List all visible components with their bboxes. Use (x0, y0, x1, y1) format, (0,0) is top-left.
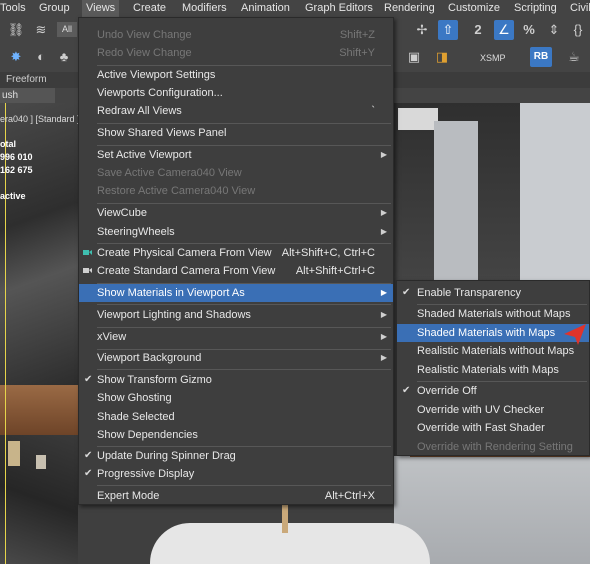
stats-total-label: otal (0, 139, 17, 149)
submenu-item-override-off[interactable]: ✔ Override Off (397, 382, 589, 400)
menu-bar: Tools Group Views Create Modifiers Anima… (0, 0, 590, 17)
light-icon[interactable]: ✸ (6, 47, 26, 67)
checkmark-icon: ✔ (84, 374, 93, 385)
bind-space-warp-icon[interactable]: ≋ (31, 20, 51, 40)
menu-separator (97, 485, 391, 486)
menu-scripting[interactable]: Scripting (510, 0, 561, 17)
menu-rendering[interactable]: Rendering (380, 0, 439, 17)
tab-freeform[interactable]: Freeform (6, 72, 47, 88)
bathtub (150, 523, 430, 564)
submenu-item-realistic-without-maps[interactable]: Realistic Materials without Maps (397, 342, 589, 360)
wall-panel-1 (434, 121, 478, 281)
submenu-item-override-rendering-setting[interactable]: Override with Rendering Setting (397, 438, 589, 456)
snap-toggle-icon[interactable]: 2 (468, 20, 488, 40)
views-menu: Undo View Change Shift+Z Redo View Chang… (78, 17, 394, 505)
menu-item-show-dependencies[interactable]: Show Dependencies (79, 426, 393, 444)
menu-animation[interactable]: Animation (237, 0, 294, 17)
towel-rod (282, 503, 288, 533)
menu-item-undo-view-change[interactable]: Undo View Change Shift+Z (79, 26, 393, 44)
menu-tools[interactable]: Tools (0, 0, 30, 17)
wall-panel-2 (520, 103, 590, 280)
stats-polys: 996 010 (0, 152, 33, 162)
menu-views[interactable]: Views (82, 0, 120, 17)
edit-named-selection-icon[interactable]: {} (568, 20, 588, 40)
bottle (8, 441, 20, 466)
select-and-place-icon[interactable]: ⇧ (438, 20, 458, 40)
submenu-item-enable-transparency[interactable]: ✔ Enable Transparency (397, 284, 589, 302)
menu-item-set-active-viewport[interactable]: Set Active Viewport ▶ (79, 146, 393, 164)
menu-item-show-materials-in-viewport-as[interactable]: Show Materials in Viewport As ▶ (79, 284, 393, 302)
menu-item-viewports-configuration[interactable]: Viewports Configuration... (79, 84, 393, 102)
selection-filter-dropdown[interactable]: All (57, 22, 77, 37)
submenu-arrow-icon: ▶ (380, 332, 387, 341)
menu-separator (97, 304, 391, 305)
submenu-item-realistic-with-maps[interactable]: Realistic Materials with Maps (397, 361, 589, 379)
checkmark-icon: ✔ (402, 287, 411, 298)
menu-item-xview[interactable]: xView ▶ (79, 328, 393, 346)
pointer-icon[interactable]: ◐ (31, 47, 51, 67)
menu-modifiers[interactable]: Modifiers (178, 0, 231, 17)
submenu-item-override-uv-checker[interactable]: Override with UV Checker (397, 401, 589, 419)
crown-molding (398, 108, 438, 130)
menu-item-show-ghosting[interactable]: Show Ghosting (79, 389, 393, 407)
menu-item-restore-active-camera-view[interactable]: Restore Active Camera040 View (79, 182, 393, 200)
submenu-item-shaded-without-maps[interactable]: Shaded Materials without Maps (397, 305, 589, 323)
menu-item-shade-selected[interactable]: Shade Selected (79, 408, 393, 426)
material-editor-icon[interactable]: ◨ (432, 47, 452, 67)
red-arrow-pointer-icon (564, 324, 586, 345)
stats-verts: 162 675 (0, 165, 33, 175)
menu-item-show-transform-gizmo[interactable]: ✔ Show Transform Gizmo (79, 371, 393, 389)
percent-snap-icon[interactable]: % (519, 20, 539, 40)
select-and-move-icon[interactable]: ✢ (412, 20, 432, 40)
submenu-item-override-fast-shader[interactable]: Override with Fast Shader (397, 419, 589, 437)
menu-item-update-during-spinner-drag[interactable]: ✔ Update During Spinner Drag (79, 447, 393, 465)
menu-create[interactable]: Create (129, 0, 170, 17)
checkmark-icon: ✔ (402, 385, 411, 396)
link-icon[interactable]: ⛓ (6, 20, 26, 40)
submenu-arrow-icon: ▶ (380, 310, 387, 319)
menu-item-show-shared-views-panel[interactable]: Show Shared Views Panel (79, 124, 393, 142)
xsmp-label[interactable]: XSMP (480, 53, 506, 63)
physical-camera-icon (83, 250, 92, 255)
wooden-shelf (0, 385, 78, 435)
checkmark-icon: ✔ (84, 468, 93, 479)
menu-item-viewcube[interactable]: ViewCube ▶ (79, 204, 393, 222)
show-materials-submenu: ✔ Enable Transparency Shaded Materials w… (396, 280, 590, 456)
menu-civil[interactable]: Civil (566, 0, 590, 17)
tab-brush-settings[interactable]: ush Settings (0, 88, 55, 116)
menu-item-create-physical-camera[interactable]: Create Physical Camera From View Alt+Shi… (79, 244, 393, 262)
menu-graph-editors[interactable]: Graph Editors (301, 0, 377, 17)
submenu-item-shaded-with-maps[interactable]: Shaded Materials with Maps (397, 324, 589, 342)
menu-item-viewport-background[interactable]: Viewport Background ▶ (79, 349, 393, 367)
menu-separator (97, 369, 391, 370)
menu-customize[interactable]: Customize (444, 0, 504, 17)
menu-group[interactable]: Group (35, 0, 74, 17)
teapot-icon[interactable]: ☕ (564, 47, 584, 67)
menu-item-expert-mode[interactable]: Expert Mode Alt+Ctrl+X (79, 487, 393, 505)
menu-item-save-active-camera-view[interactable]: Save Active Camera040 View (79, 164, 393, 182)
spinner-snap-icon[interactable]: ⇕ (544, 20, 564, 40)
checkmark-icon: ✔ (84, 450, 93, 461)
menu-item-redraw-all-views[interactable]: Redraw All Views ` (79, 102, 393, 120)
menu-item-steeringwheels[interactable]: SteeringWheels ▶ (79, 223, 393, 241)
menu-item-create-standard-camera[interactable]: Create Standard Camera From View Alt+Shi… (79, 262, 393, 280)
menu-item-viewport-lighting-and-shadows[interactable]: Viewport Lighting and Shadows ▶ (79, 306, 393, 324)
submenu-arrow-icon: ▶ (380, 208, 387, 217)
menu-item-active-viewport-settings[interactable]: Active Viewport Settings (79, 66, 393, 84)
stats-inactive: active (0, 191, 26, 201)
menu-item-progressive-display[interactable]: ✔ Progressive Display (79, 465, 393, 483)
standard-camera-icon (83, 268, 92, 273)
submenu-arrow-icon: ▶ (380, 353, 387, 362)
submenu-arrow-icon: ▶ (380, 227, 387, 236)
jar (36, 455, 46, 469)
submenu-arrow-icon: ▶ (380, 150, 387, 159)
menu-item-redo-view-change[interactable]: Redo View Change Shift+Y (79, 44, 393, 62)
angle-snap-icon[interactable]: ∠ (494, 20, 514, 40)
submenu-arrow-icon: ▶ (380, 288, 387, 297)
rb-button[interactable]: RB (530, 47, 552, 67)
render-frame-icon[interactable]: ▣ (404, 47, 424, 67)
tree-icon[interactable]: ♣ (54, 47, 74, 67)
